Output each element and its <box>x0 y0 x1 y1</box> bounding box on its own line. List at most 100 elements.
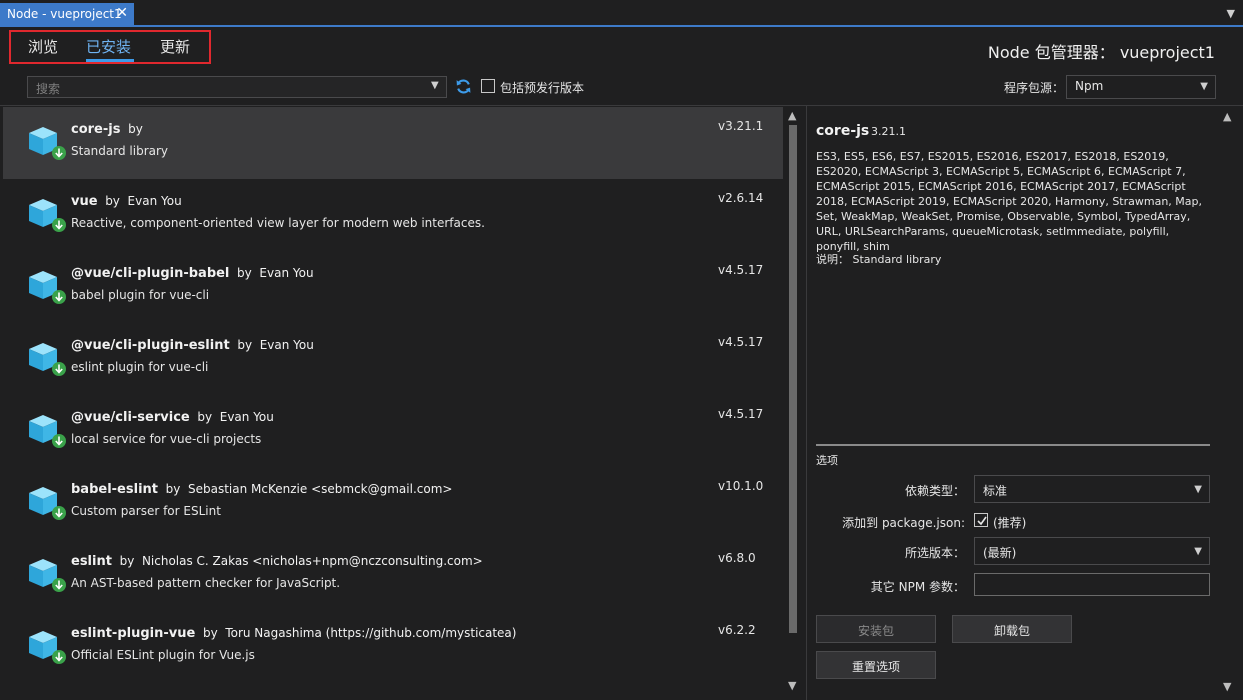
package-by: by <box>105 194 120 208</box>
scroll-down-icon[interactable]: ▼ <box>788 679 796 692</box>
chevron-down-icon[interactable]: ▼ <box>431 80 439 91</box>
tab-installed[interactable]: 已安装 <box>86 36 131 57</box>
tab-bar: 浏览 已安装 更新 <box>9 30 211 64</box>
add-to-package-label: 添加到 package.json: <box>842 516 965 530</box>
package-by: by <box>119 554 135 568</box>
reset-options-button[interactable]: 重置选项 <box>816 651 936 679</box>
package-name: eslint <box>71 554 112 569</box>
dependency-type-label: 依赖类型： <box>904 484 965 498</box>
uninstall-button[interactable]: 卸载包 <box>952 615 1072 643</box>
package-icon <box>29 199 66 232</box>
package-icon <box>29 559 66 592</box>
package-icon <box>29 415 66 448</box>
package-version: v6.2.2 <box>718 623 756 637</box>
package-list-scrollbar[interactable]: ▲ ▼ <box>786 107 800 697</box>
package-name: vue <box>71 194 98 209</box>
package-icon <box>29 487 66 520</box>
dependency-type-select[interactable]: 标准 ▼ <box>974 475 1210 503</box>
package-author: Sebastian McKenzie <sebmck@gmail.com> <box>188 482 453 496</box>
package-version: v4.5.17 <box>718 263 764 277</box>
package-by: by <box>237 266 252 280</box>
package-by: by <box>165 482 181 496</box>
other-npm-args-label: 其它 NPM 参数： <box>870 580 965 594</box>
chevron-down-icon: ▼ <box>1200 81 1208 92</box>
package-by: by <box>128 122 143 136</box>
package-version: v10.1.0 <box>718 479 764 493</box>
chevron-down-icon: ▼ <box>1194 546 1202 557</box>
package-row[interactable]: core-js by Standard library v3.21.1 <box>3 107 783 179</box>
chevron-down-icon[interactable]: ▼ <box>1227 7 1235 20</box>
active-tab-indicator <box>86 59 134 62</box>
package-name-line: @vue/cli-service by Evan You <box>71 410 274 425</box>
package-version: v6.8.0 <box>718 551 756 565</box>
add-to-package-checkbox[interactable] <box>974 513 988 527</box>
package-name-line: core-js by <box>71 122 150 137</box>
package-name-line: @vue/cli-plugin-eslint by Evan You <box>71 338 314 353</box>
options-divider <box>816 444 1210 446</box>
package-version: v2.6.14 <box>718 191 764 205</box>
package-row[interactable]: eslint by Nicholas C. Zakas <nicholas+np… <box>3 539 783 611</box>
close-icon[interactable]: ✕ <box>116 6 128 20</box>
package-row[interactable]: @vue/cli-plugin-babel by Evan You babel p… <box>3 251 783 323</box>
package-description: Official ESLint plugin for Vue.js <box>71 648 255 662</box>
package-description: eslint plugin for vue-cli <box>71 360 209 374</box>
scroll-up-icon[interactable]: ▲ <box>1223 110 1231 123</box>
package-icon <box>29 271 66 304</box>
options-title: 选项 <box>816 454 838 467</box>
scroll-up-icon[interactable]: ▲ <box>788 109 796 122</box>
package-description: Custom parser for ESLint <box>71 504 221 518</box>
package-name-line: @vue/cli-plugin-babel by Evan You <box>71 266 314 281</box>
package-icon <box>29 127 66 160</box>
scroll-down-icon[interactable]: ▼ <box>1223 680 1231 693</box>
selected-version-select[interactable]: (最新) ▼ <box>974 537 1210 565</box>
details-description: 说明： Standard library <box>816 253 942 266</box>
install-button[interactable]: 安装包 <box>816 615 936 643</box>
package-author: Nicholas C. Zakas <nicholas+npm@nczconsu… <box>141 554 483 568</box>
package-name-line: babel-eslint by Sebastian McKenzie <sebm… <box>71 482 452 497</box>
package-version: v4.5.17 <box>718 335 764 349</box>
package-list: core-js by Standard library v3.21.1 vue by… <box>3 107 783 697</box>
package-name-line: vue by Evan You <box>71 194 182 209</box>
package-version: v3.21.1 <box>718 119 764 133</box>
package-icon <box>29 343 66 376</box>
package-name: @vue/cli-service <box>71 410 190 425</box>
divider <box>0 105 1243 106</box>
package-name: @vue/cli-plugin-babel <box>71 266 230 281</box>
package-by: by <box>197 410 213 424</box>
refresh-icon[interactable] <box>455 78 472 95</box>
page-title: Node 包管理器： vueproject1 <box>987 43 1215 62</box>
package-name-line: eslint-plugin-vue by Toru Nagashima (htt… <box>71 626 516 641</box>
package-row[interactable]: eslint-plugin-vue by Toru Nagashima (htt… <box>3 611 783 683</box>
package-icon <box>29 631 66 664</box>
document-tab[interactable]: Node - vueproject1 ✕ <box>0 3 134 27</box>
package-author: Evan You <box>259 338 314 352</box>
tab-updates[interactable]: 更新 <box>160 36 190 57</box>
package-description: babel plugin for vue-cli <box>71 288 210 302</box>
package-by: by <box>237 338 253 352</box>
package-version: v4.5.17 <box>718 407 764 421</box>
other-npm-args-input[interactable] <box>974 573 1210 596</box>
package-row[interactable]: vue by Evan You Reactive, component-orien… <box>3 179 783 251</box>
package-name: core-js <box>71 122 121 137</box>
package-author: Evan You <box>259 266 314 280</box>
search-input[interactable]: 搜索 <box>27 76 447 98</box>
package-name: @vue/cli-plugin-eslint <box>71 338 230 353</box>
selected-version-label: 所选版本： <box>904 546 965 560</box>
scrollbar-thumb[interactable] <box>789 125 797 633</box>
tab-browse[interactable]: 浏览 <box>28 36 58 57</box>
package-source-select[interactable]: Npm ▼ <box>1066 75 1216 99</box>
package-row[interactable]: babel-eslint by Sebastian McKenzie <sebm… <box>3 467 783 539</box>
package-author: Evan You <box>127 194 182 208</box>
package-description: An AST-based pattern checker for JavaScr… <box>71 576 341 590</box>
package-by: by <box>202 626 218 640</box>
checkmark-icon <box>977 516 987 526</box>
package-author: Toru Nagashima (https://github.com/mysti… <box>225 626 517 640</box>
details-package-name: core-js <box>816 123 870 139</box>
include-prerelease-checkbox[interactable] <box>481 79 495 93</box>
details-package-version: 3.21.1 <box>871 125 906 138</box>
package-row[interactable]: @vue/cli-service by Evan You local servic… <box>3 395 783 467</box>
include-prerelease-label: 包括预发行版本 <box>500 81 585 95</box>
package-description: Standard library <box>71 144 169 158</box>
package-name: eslint-plugin-vue <box>71 626 196 641</box>
package-row[interactable]: @vue/cli-plugin-eslint by Evan You eslint… <box>3 323 783 395</box>
